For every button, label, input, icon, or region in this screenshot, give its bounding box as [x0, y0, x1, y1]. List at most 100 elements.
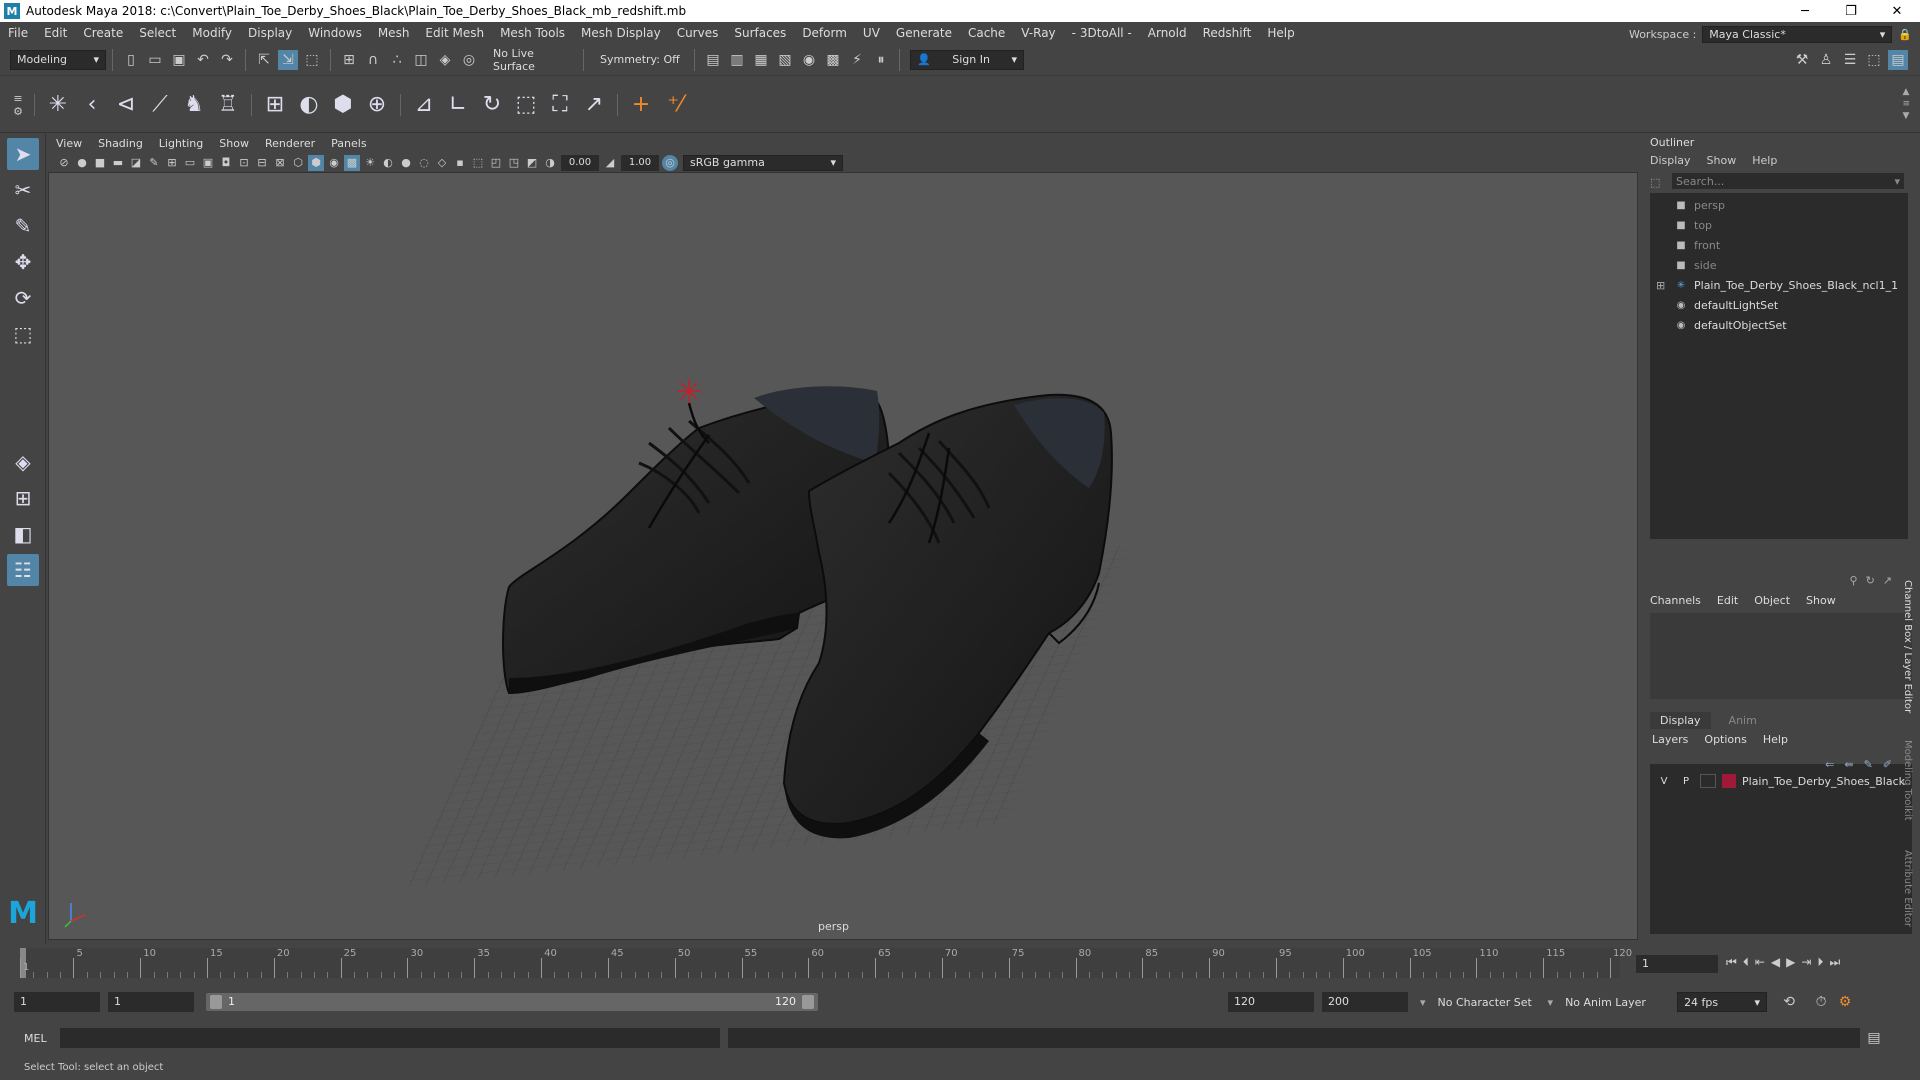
layer-row[interactable]: V P Plain_Toe_Derby_Shoes_Black — [1650, 772, 1912, 790]
outliner-item[interactable]: ■ persp — [1650, 195, 1908, 215]
menu-windows[interactable]: Windows — [300, 26, 370, 40]
select-component-icon[interactable]: ⬚ — [302, 50, 322, 70]
save-scene-icon[interactable]: ▣ — [169, 50, 189, 70]
range-bar[interactable]: 1 120 — [206, 993, 818, 1011]
view-transform-dropdown[interactable]: sRGB gamma ▾ — [683, 154, 843, 171]
side-tab-attribute-editor[interactable]: Attribute Editor — [1902, 850, 1913, 927]
attribute-editor-icon[interactable]: ☰ — [1840, 50, 1860, 70]
wrap-icon[interactable]: ⬢ — [328, 87, 358, 123]
wireframe-icon[interactable]: ⬡ — [290, 155, 306, 171]
outliner-item[interactable]: ⊞ ✳ Plain_Toe_Derby_Shoes_Black_ncl1_1 — [1650, 275, 1908, 295]
hypershade-icon[interactable]: ◉ — [799, 50, 819, 70]
snap-curve-icon[interactable]: ∩ — [363, 50, 383, 70]
move-tool-icon[interactable]: ✥ — [7, 246, 39, 278]
go-to-end-icon[interactable]: ⏭ — [1829, 955, 1840, 973]
snap-view-icon[interactable]: ◫ — [411, 50, 431, 70]
chevron-down-icon[interactable]: ▾ — [1548, 996, 1554, 1009]
animation-start-field[interactable]: 1 — [14, 992, 100, 1012]
gamma-field[interactable]: 1.00 — [621, 154, 659, 171]
parent-constraint-icon[interactable]: ⁺⁄ — [660, 87, 690, 123]
constraint-icon[interactable]: ⛶ — [545, 87, 575, 123]
menu-select[interactable]: Select — [131, 26, 184, 40]
viewport-persp[interactable] — [48, 172, 1638, 940]
lasso-tool-icon[interactable]: ✂ — [7, 174, 39, 206]
step-back-icon[interactable]: ⏴ — [1743, 955, 1749, 973]
menu-arnold[interactable]: Arnold — [1140, 26, 1195, 40]
side-tab-channel-box[interactable]: Channel Box / Layer Editor — [1902, 580, 1913, 713]
four-pane-layout-icon[interactable]: ⊞ — [7, 482, 39, 514]
outliner-menu-show[interactable]: Show — [1707, 154, 1737, 167]
snap-point-icon[interactable]: ∴ — [387, 50, 407, 70]
color-management-icon[interactable]: ◎ — [662, 154, 678, 171]
menu-edit-mesh[interactable]: Edit Mesh — [417, 26, 492, 40]
layout-icon[interactable]: ⚲ — [1850, 574, 1858, 587]
shelf-scroll[interactable]: ▲ ≡ ▼ — [1902, 87, 1910, 121]
outliner-item[interactable]: ■ side — [1650, 255, 1908, 275]
maximize-button[interactable]: ❐ — [1828, 0, 1874, 22]
outliner-item[interactable]: ■ front — [1650, 235, 1908, 255]
two-pane-layout-icon[interactable]: ◧ — [7, 518, 39, 550]
cluster-icon[interactable]: ◐ — [294, 87, 324, 123]
live-surface-field[interactable]: No Live Surface — [487, 47, 577, 73]
workspace-dropdown[interactable]: Maya Classic* ▾ — [1702, 25, 1893, 43]
range-end-handle[interactable] — [802, 995, 814, 1009]
select-tool-icon[interactable]: ➤ — [7, 138, 39, 170]
xray-joints-icon[interactable]: ◳ — [506, 155, 522, 171]
single-pane-layout-icon[interactable]: ◈ — [7, 446, 39, 478]
viewport-menu-view[interactable]: View — [48, 137, 90, 150]
menu-mesh-tools[interactable]: Mesh Tools — [492, 26, 573, 40]
menu-display[interactable]: Display — [240, 26, 300, 40]
playback-end-field[interactable]: 120 — [1228, 992, 1314, 1012]
gamma-icon[interactable]: ◢ — [602, 155, 618, 171]
move-layer-up-icon[interactable]: ⇐ — [1825, 758, 1834, 771]
anti-aliasing-icon[interactable]: ◇ — [434, 155, 450, 171]
menu-redshift[interactable]: Redshift — [1195, 26, 1260, 40]
viewport-menu-show[interactable]: Show — [211, 137, 257, 150]
step-forward-icon[interactable]: ⏵ — [1817, 955, 1823, 973]
outliner-menu-help[interactable]: Help — [1752, 154, 1777, 167]
isolate-select-icon[interactable]: ⬚ — [470, 155, 486, 171]
viewport-menu-renderer[interactable]: Renderer — [257, 137, 323, 150]
sign-in-dropdown[interactable]: 👤 Sign In ▾ — [910, 49, 1024, 70]
menu-surfaces[interactable]: Surfaces — [726, 26, 794, 40]
nonlinear-icon[interactable]: ⊕ — [362, 87, 392, 123]
outliner-item[interactable]: ◉ defaultLightSet — [1650, 295, 1908, 315]
menu-cache[interactable]: Cache — [960, 26, 1013, 40]
aim-constraint-icon[interactable]: ↗ — [579, 87, 609, 123]
menu-generate[interactable]: Generate — [888, 26, 960, 40]
snap-live-icon[interactable]: ◎ — [459, 50, 479, 70]
new-layer-selected-icon[interactable]: ✐ — [1883, 758, 1892, 771]
two-d-pan-icon[interactable]: ◪ — [128, 155, 144, 171]
field-chart-icon[interactable]: ⊡ — [236, 155, 252, 171]
loop-icon[interactable]: ⟲ — [1779, 992, 1799, 1012]
play-backwards-icon[interactable]: ◀ — [1771, 955, 1780, 973]
step-forward-key-icon[interactable]: ⇥ — [1801, 955, 1811, 973]
channel-box-menu-show[interactable]: Show — [1806, 594, 1836, 607]
layer-menu-help[interactable]: Help — [1763, 733, 1788, 746]
paint-weights-icon[interactable]: ∟ — [443, 87, 473, 123]
menu-set-dropdown[interactable]: Modeling ▾ — [10, 49, 106, 70]
menu-mesh-display[interactable]: Mesh Display — [573, 26, 669, 40]
tab-anim[interactable]: Anim — [1719, 712, 1767, 729]
menu-modify[interactable]: Modify — [184, 26, 240, 40]
command-input[interactable] — [60, 1028, 720, 1048]
layer-visibility-toggle[interactable]: V — [1656, 774, 1672, 788]
open-scene-icon[interactable]: ▭ — [145, 50, 165, 70]
menu-edit[interactable]: Edit — [36, 26, 75, 40]
shelf-tabs-toggle[interactable]: ≡ ⚙ — [8, 85, 28, 125]
image-plane-icon[interactable]: ▬ — [110, 155, 126, 171]
menu-3dtoall[interactable]: - 3DtoAll - — [1064, 26, 1140, 40]
resolution-gate-icon[interactable]: ▣ — [200, 155, 216, 171]
blend-shape-icon[interactable]: ↻ — [477, 87, 507, 123]
exposure-icon[interactable]: ◑ — [542, 155, 558, 171]
render-settings-icon[interactable]: ▧ — [775, 50, 795, 70]
viewport-menu-panels[interactable]: Panels — [323, 137, 374, 150]
anim-layer-label[interactable]: No Anim Layer — [1565, 996, 1665, 1009]
channel-box-menu-channels[interactable]: Channels — [1650, 594, 1701, 607]
auto-key-icon[interactable]: ⏱ — [1811, 992, 1831, 1012]
xray-icon[interactable]: ◰ — [488, 155, 504, 171]
lock-icon[interactable]: 🔒 — [1898, 28, 1912, 41]
script-editor-icon[interactable]: ▤ — [1864, 1028, 1884, 1048]
new-scene-icon[interactable]: ▯ — [121, 50, 141, 70]
outliner-layout-icon[interactable]: ☷ — [7, 554, 39, 586]
